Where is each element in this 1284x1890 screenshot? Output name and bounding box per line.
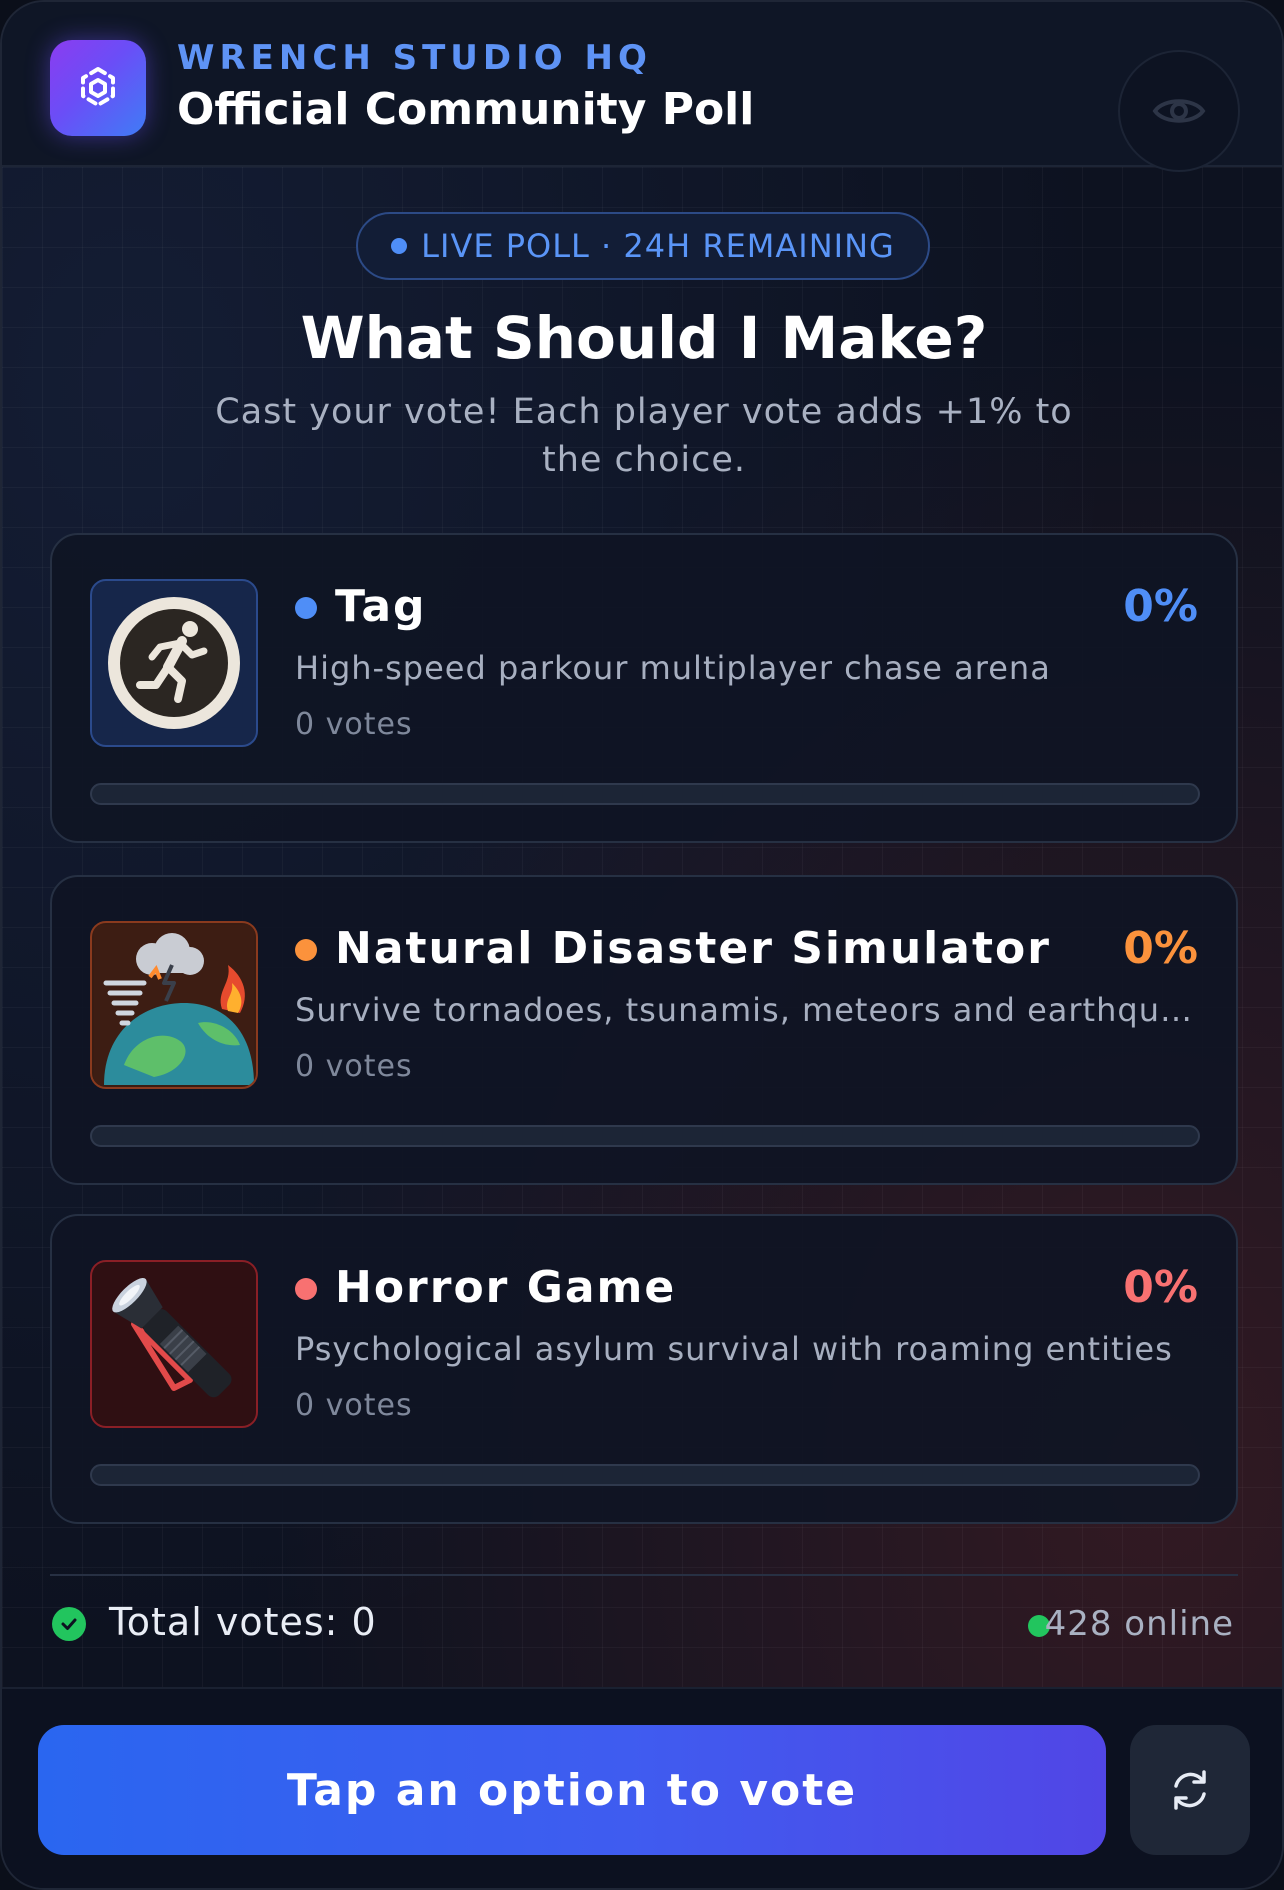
option-dot [295,1278,317,1300]
live-dot [391,238,408,254]
refresh-button[interactable] [1130,1725,1250,1855]
option-description: High-speed parkour multiplayer chase are… [295,649,1051,687]
poll-title: Official Community Poll [177,84,755,135]
poll-frame: WRENCH STUDIO HQ Official Community Poll… [0,0,1284,1890]
option-description: Survive tornadoes, tsunamis, meteors and… [295,991,1201,1029]
option-dot [295,597,317,619]
eye-icon [1152,99,1206,123]
progress-track [90,1464,1200,1486]
option-percent: 0% [1123,923,1198,974]
progress-track [90,1125,1200,1147]
option-title: Horror Game [335,1262,677,1313]
option-percent: 0% [1123,1262,1198,1313]
flashlight-icon [90,1260,258,1428]
option-card-tag[interactable]: Tag 0% High-speed parkour multiplayer ch… [50,533,1238,843]
refresh-icon [1174,1770,1206,1810]
option-votes: 0 votes [295,1049,413,1084]
vote-button[interactable]: Tap an option to vote [38,1725,1106,1855]
check-circle-icon [52,1607,86,1641]
cube-icon [50,40,146,136]
header: WRENCH STUDIO HQ Official Community Poll [2,2,1282,172]
poll-question: What Should I Make? [300,304,988,372]
option-description: Psychological asylum survival with roami… [295,1330,1173,1368]
option-title: Tag [335,581,427,632]
visibility-button[interactable] [1118,50,1240,172]
total-votes: Total votes: 0 [109,1600,377,1644]
option-dot [295,939,317,961]
option-votes: 0 votes [295,707,413,742]
option-percent: 0% [1123,581,1198,632]
running-man-icon [90,579,258,747]
live-poll-badge: LIVE POLL · 24H REMAINING [356,212,930,280]
studio-name: WRENCH STUDIO HQ [177,38,652,78]
divider [50,1574,1238,1576]
disaster-globe-icon [90,921,258,1089]
option-votes: 0 votes [295,1388,413,1423]
poll-subtitle: Cast your vote! Each player vote adds +1… [215,392,1073,480]
badge-text: LIVE POLL · 24H REMAINING [421,227,895,265]
online-count: 428 online [1044,1604,1234,1644]
option-card-natural-disaster[interactable]: Natural Disaster Simulator 0% Survive to… [50,875,1238,1185]
progress-track [90,783,1200,805]
option-card-horror[interactable]: Horror Game 0% Psychological asylum surv… [50,1214,1238,1524]
option-title: Natural Disaster Simulator [335,923,1051,974]
